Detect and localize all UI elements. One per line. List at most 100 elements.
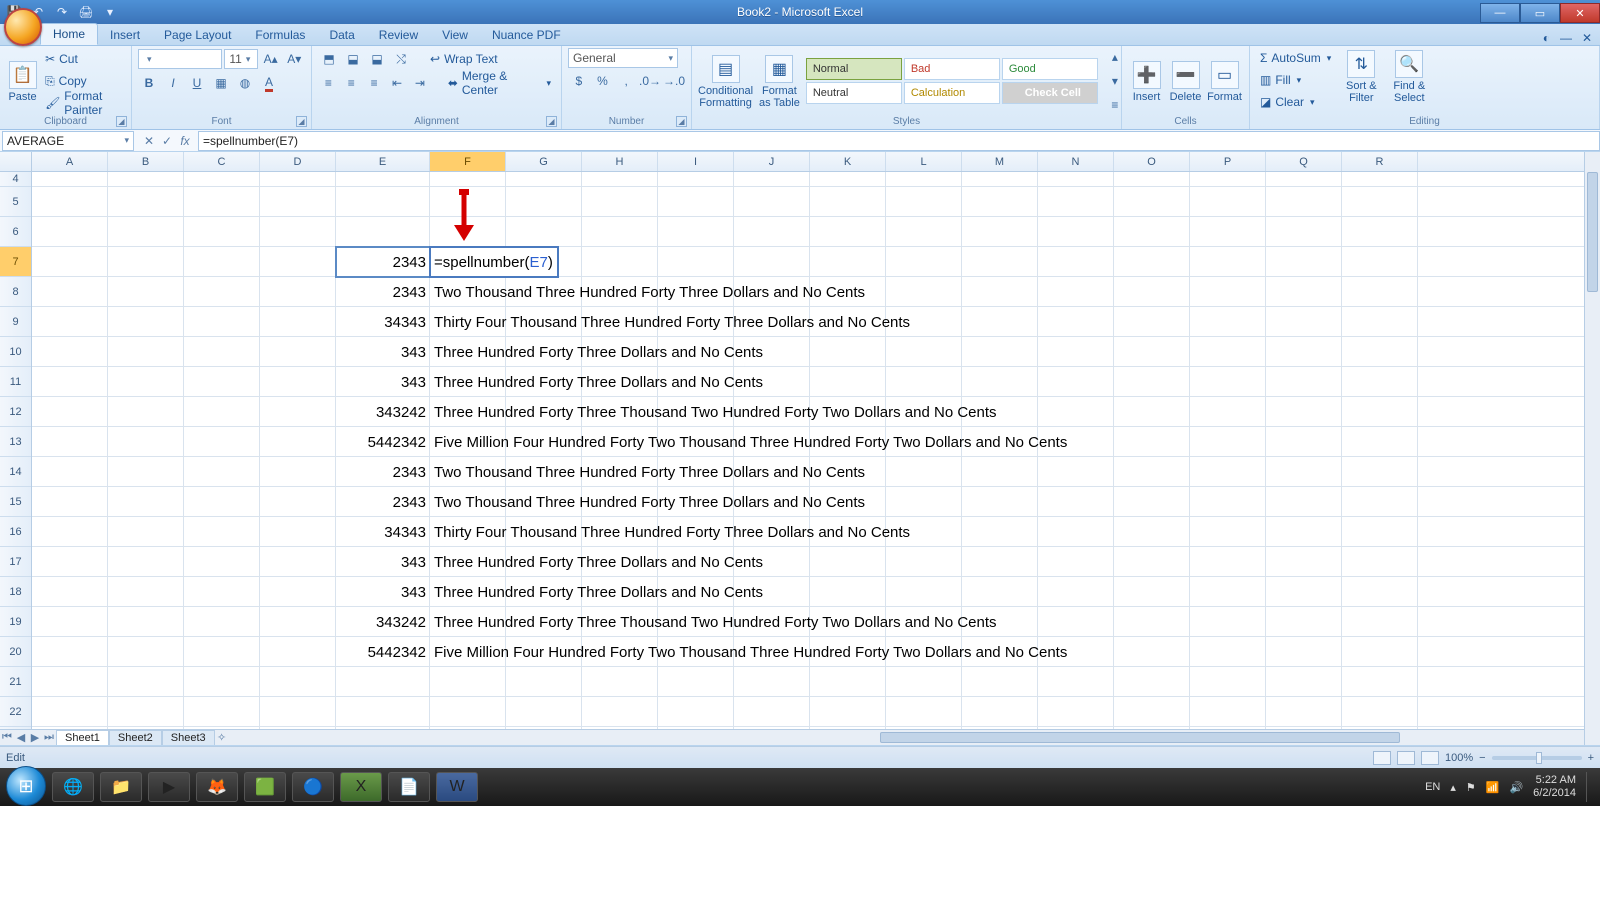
- tray-network-icon[interactable]: 📶: [1486, 781, 1500, 794]
- number-format-combo[interactable]: General▾: [568, 48, 678, 68]
- col-header-I[interactable]: I: [658, 152, 734, 171]
- row-header-4[interactable]: 4: [0, 172, 31, 187]
- col-header-C[interactable]: C: [184, 152, 260, 171]
- close-workbook-icon[interactable]: ✕: [1582, 31, 1592, 45]
- increase-font-icon[interactable]: A▴: [260, 48, 282, 70]
- cell-F11[interactable]: Three Hundred Forty Three Dollars and No…: [430, 367, 767, 397]
- zoom-in-icon[interactable]: +: [1588, 752, 1594, 764]
- taskbar-media-icon[interactable]: ▶: [148, 772, 190, 802]
- enter-formula-icon[interactable]: ✓: [160, 134, 174, 148]
- show-desktop-button[interactable]: [1586, 772, 1594, 802]
- zoom-out-icon[interactable]: −: [1479, 752, 1485, 764]
- col-header-K[interactable]: K: [810, 152, 886, 171]
- style-good[interactable]: Good: [1002, 58, 1098, 80]
- tab-insert[interactable]: Insert: [98, 25, 152, 45]
- col-header-A[interactable]: A: [32, 152, 108, 171]
- row-header-17[interactable]: 17: [0, 547, 31, 577]
- cancel-formula-icon[interactable]: ✕: [142, 134, 156, 148]
- merge-center-button[interactable]: ⬌Merge & Center▾: [444, 73, 555, 93]
- maximize-button[interactable]: ▭: [1520, 3, 1560, 23]
- row-header-8[interactable]: 8: [0, 277, 31, 307]
- col-header-E[interactable]: E: [336, 152, 430, 171]
- decrease-font-icon[interactable]: A▾: [283, 48, 305, 70]
- col-header-J[interactable]: J: [734, 152, 810, 171]
- cell-E17[interactable]: 343: [336, 547, 430, 577]
- taskbar-notepad-icon[interactable]: 📄: [388, 772, 430, 802]
- align-top-icon[interactable]: ⬒: [318, 48, 340, 70]
- zoom-slider[interactable]: [1492, 756, 1582, 760]
- format-cells-button[interactable]: ▭Format: [1206, 59, 1243, 103]
- align-center-icon[interactable]: ≡: [341, 72, 362, 94]
- row-header-6[interactable]: 6: [0, 217, 31, 247]
- format-as-table-button[interactable]: ▦Format as Table: [759, 53, 800, 109]
- sort-filter-button[interactable]: ⇅Sort & Filter: [1339, 48, 1383, 104]
- paste-button[interactable]: 📋 Paste: [6, 59, 39, 103]
- style-neutral[interactable]: Neutral: [806, 82, 902, 104]
- vertical-scrollbar[interactable]: [1584, 152, 1600, 745]
- fill-button[interactable]: ▥Fill▾: [1256, 70, 1335, 90]
- col-header-O[interactable]: O: [1114, 152, 1190, 171]
- increase-indent-icon[interactable]: ⇥: [410, 72, 431, 94]
- orientation-icon[interactable]: ⤭: [390, 48, 412, 70]
- taskbar-word-icon[interactable]: W: [436, 772, 478, 802]
- bold-icon[interactable]: B: [138, 72, 160, 94]
- tray-flag-icon[interactable]: ⚑: [1466, 781, 1476, 794]
- style-normal[interactable]: Normal: [806, 58, 902, 80]
- percent-icon[interactable]: %: [592, 70, 614, 92]
- sheet-tab-2[interactable]: Sheet2: [109, 730, 162, 745]
- comma-icon[interactable]: ,: [615, 70, 637, 92]
- cell-E16[interactable]: 34343: [336, 517, 430, 547]
- name-box[interactable]: AVERAGE▾: [2, 131, 134, 151]
- minimize-ribbon-icon[interactable]: —: [1560, 31, 1572, 45]
- cells-area[interactable]: 2343=spellnumber(E7)2343Two Thousand Thr…: [32, 172, 1584, 729]
- tab-data[interactable]: Data: [317, 25, 366, 45]
- cut-button[interactable]: ✂Cut: [41, 49, 125, 69]
- cell-E11[interactable]: 343: [336, 367, 430, 397]
- style-calculation[interactable]: Calculation: [904, 82, 1000, 104]
- fill-color-icon[interactable]: ◍: [234, 72, 256, 94]
- horizontal-scrollbar[interactable]: [260, 729, 1584, 745]
- number-dialog-icon[interactable]: ◢: [676, 116, 687, 127]
- col-header-R[interactable]: R: [1342, 152, 1418, 171]
- col-header-P[interactable]: P: [1190, 152, 1266, 171]
- tab-formulas[interactable]: Formulas: [243, 25, 317, 45]
- start-button[interactable]: ⊞: [6, 766, 46, 806]
- row-header-5[interactable]: 5: [0, 187, 31, 217]
- decrease-decimal-icon[interactable]: →.0: [663, 70, 685, 92]
- row-header-14[interactable]: 14: [0, 457, 31, 487]
- italic-icon[interactable]: I: [162, 72, 184, 94]
- zoom-thumb[interactable]: [1536, 752, 1542, 764]
- cell-E12[interactable]: 343242: [336, 397, 430, 427]
- row-header-12[interactable]: 12: [0, 397, 31, 427]
- redo-icon[interactable]: ↷: [52, 3, 72, 21]
- cell-F19[interactable]: Three Hundred Forty Three Thousand Two H…: [430, 607, 1001, 637]
- tab-view[interactable]: View: [430, 25, 480, 45]
- font-color-icon[interactable]: A: [258, 72, 280, 94]
- cell-E18[interactable]: 343: [336, 577, 430, 607]
- taskbar-firefox-icon[interactable]: 🦊: [196, 772, 238, 802]
- underline-icon[interactable]: U: [186, 72, 208, 94]
- cell-F12[interactable]: Three Hundred Forty Three Thousand Two H…: [430, 397, 1001, 427]
- h-scroll-thumb[interactable]: [880, 732, 1400, 743]
- align-left-icon[interactable]: ≡: [318, 72, 339, 94]
- style-bad[interactable]: Bad: [904, 58, 1000, 80]
- formula-input[interactable]: =spellnumber(E7): [198, 131, 1600, 151]
- close-button[interactable]: ✕: [1560, 3, 1600, 23]
- currency-icon[interactable]: $: [568, 70, 590, 92]
- font-size-combo[interactable]: 11▾: [224, 49, 257, 69]
- cell-E15[interactable]: 2343: [336, 487, 430, 517]
- align-middle-icon[interactable]: ⬓: [342, 48, 364, 70]
- col-header-G[interactable]: G: [506, 152, 582, 171]
- taskbar-ie-icon[interactable]: 🌐: [52, 772, 94, 802]
- wrap-text-button[interactable]: ↩Wrap Text: [426, 49, 502, 69]
- new-sheet-icon[interactable]: ✧: [215, 731, 229, 744]
- font-dialog-icon[interactable]: ◢: [296, 116, 307, 127]
- sheet-tab-1[interactable]: Sheet1: [56, 730, 109, 745]
- copy-button[interactable]: ⎘Copy: [41, 71, 125, 91]
- spreadsheet-grid[interactable]: ABCDEFGHIJKLMNOPQR 456789101112131415161…: [0, 152, 1600, 746]
- cell-E13[interactable]: 5442342: [336, 427, 430, 457]
- cell-E19[interactable]: 343242: [336, 607, 430, 637]
- cell-F10[interactable]: Three Hundred Forty Three Dollars and No…: [430, 337, 767, 367]
- row-header-20[interactable]: 20: [0, 637, 31, 667]
- sheet-tab-3[interactable]: Sheet3: [162, 730, 215, 745]
